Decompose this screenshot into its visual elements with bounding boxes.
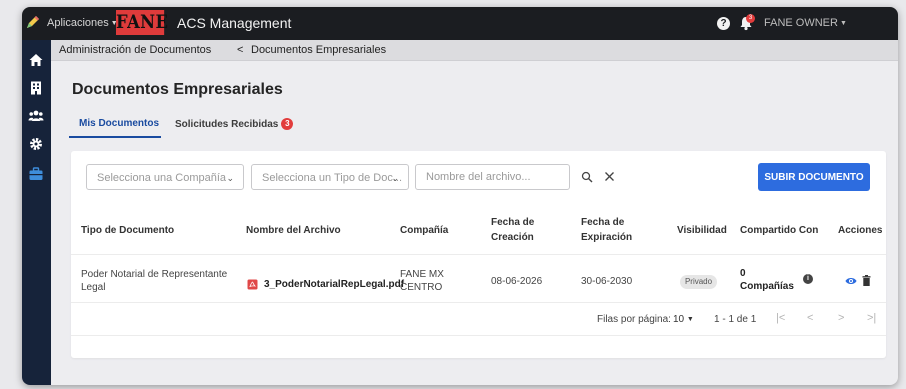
cell-fecha-expiracion: 30-06-2030 (581, 276, 633, 287)
col-header-creacion-line2: Creación (491, 232, 534, 243)
pdf-file-icon (247, 279, 258, 290)
company-select-placeholder: Selecciona una Compañía (97, 172, 227, 184)
upload-document-button[interactable]: SUBIR DOCUMENTO (758, 163, 870, 191)
apps-menu[interactable]: Aplicaciones ▼ (47, 17, 118, 29)
tab-mis-documentos[interactable]: Mis Documentos (79, 118, 159, 129)
breadcrumb-parent[interactable]: Administración de Documentos (59, 40, 211, 60)
top-bar: Aplicaciones ▼ FANE ACS Management ? 3 FA… (22, 7, 898, 40)
cell-compartido: 0 Compañías (740, 267, 794, 293)
search-icon[interactable] (581, 171, 593, 183)
cell-compania-line1: FANE MX (400, 269, 444, 280)
notification-badge: 3 (746, 14, 755, 23)
company-select[interactable]: Selecciona una Compañía ⌄ (86, 164, 244, 190)
header-divider (71, 254, 886, 255)
col-header-expiracion-line2: Expiración (581, 232, 633, 243)
tab-label: Mis Documentos (79, 118, 160, 129)
first-page-button[interactable]: |< (776, 312, 785, 324)
user-name: FANE OWNER (764, 17, 838, 29)
col-header-acciones: Acciones (838, 225, 883, 236)
chevron-down-icon: ⌄ (226, 173, 234, 183)
shared-count: 0 (740, 268, 746, 279)
eye-icon[interactable] (845, 276, 857, 286)
col-header-visibilidad[interactable]: Visibilidad (677, 223, 727, 238)
doc-type-select[interactable]: Selecciona un Tipo de Doc... ⌄ (251, 164, 409, 190)
shared-label: Compañías (740, 281, 794, 292)
close-icon[interactable] (604, 171, 615, 182)
count-badge: 3 (281, 118, 294, 130)
fane-logo: FANE (116, 10, 169, 35)
page-title: Documentos Empresariales (72, 81, 283, 98)
breadcrumb: Administración de Documentos < Documento… (51, 40, 898, 61)
gear-icon[interactable] (28, 136, 44, 152)
help-icon[interactable]: ? (717, 17, 730, 30)
col-header-nombre[interactable]: Nombre del Archivo (246, 223, 341, 238)
cell-compania: FANE MX CENTRO (400, 268, 444, 294)
cell-tipo-line2: Legal (81, 282, 106, 293)
footer-divider (71, 335, 886, 336)
col-header-creacion-line1: Fecha de (491, 217, 535, 228)
app-window: Aplicaciones ▼ FANE ACS Management ? 3 FA… (22, 7, 898, 385)
cell-tipo: Poder Notarial de Representante Legal (81, 268, 227, 294)
user-menu[interactable]: FANE OWNER ▼ (764, 17, 847, 29)
col-header-expiracion[interactable]: Fecha de Expiración (581, 215, 632, 245)
doc-type-select-placeholder: Selecciona un Tipo de Doc... (262, 172, 403, 184)
col-header-expiracion-line1: Fecha de (581, 217, 625, 228)
rows-per-page-value: 10 (673, 314, 685, 325)
previous-page-button[interactable]: < (807, 312, 813, 324)
col-header-tipo[interactable]: Tipo de Documento (81, 223, 174, 238)
rows-per-page-select[interactable]: 10 ▼ (673, 314, 694, 325)
last-page-button[interactable]: >| (867, 312, 876, 324)
tab-label: Solicitudes Recibidas (175, 119, 279, 130)
pagination-range: 1 - 1 de 1 (714, 314, 757, 325)
building-icon[interactable] (28, 80, 44, 96)
cell-tipo-line1: Poder Notarial de Representante (81, 269, 228, 280)
visibility-badge: Privado (680, 275, 717, 289)
caret-down-icon: ▼ (839, 19, 847, 27)
tab-solicitudes-recibidas[interactable]: Solicitudes Recibidas 3 (175, 118, 294, 130)
home-icon[interactable] (28, 52, 44, 68)
col-header-compartido[interactable]: Compartido Con (740, 223, 818, 238)
next-page-button[interactable]: > (838, 312, 844, 324)
cell-file-name[interactable]: 3_PoderNotarialRepLegal.pdf (264, 279, 404, 290)
documents-card: Selecciona una Compañía ⌄ Selecciona un … (71, 151, 886, 358)
pencil-icon[interactable] (25, 14, 41, 30)
users-icon[interactable] (28, 108, 44, 124)
cell-compania-line2: CENTRO (400, 282, 443, 293)
breadcrumb-separator: < (237, 44, 244, 56)
chevron-down-icon: ⌄ (391, 173, 399, 183)
trash-icon[interactable] (862, 275, 871, 286)
briefcase-icon[interactable] (28, 166, 44, 182)
sidebar (22, 40, 51, 385)
rows-per-page-label: Filas por página: (597, 314, 671, 325)
breadcrumb-current: Documentos Empresariales (251, 44, 387, 56)
apps-menu-label: Aplicaciones (47, 17, 109, 29)
info-icon[interactable]: i (803, 274, 813, 284)
caret-down-icon: ▼ (686, 316, 694, 323)
col-header-compania[interactable]: Compañía (400, 223, 448, 238)
app-title: ACS Management (177, 15, 292, 31)
col-header-creacion[interactable]: Fecha de Creación (491, 215, 534, 245)
filename-search-input[interactable] (415, 164, 570, 190)
cell-fecha-creacion: 08-06-2026 (491, 276, 543, 287)
tab-active-indicator (69, 136, 161, 138)
row-divider (71, 302, 886, 303)
